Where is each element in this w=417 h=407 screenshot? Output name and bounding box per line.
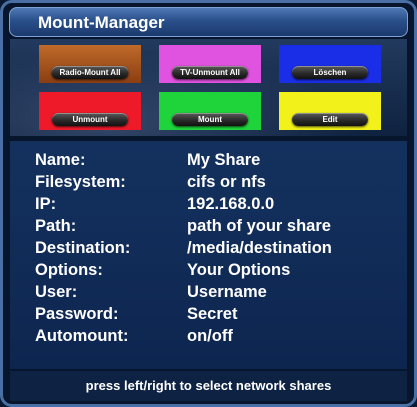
detail-value: Secret: [187, 305, 238, 323]
mount-manager-window: Mount-Manager Radio-Mount All TV-Unmount…: [0, 0, 417, 407]
detail-value: cifs or nfs: [187, 173, 266, 191]
tv-unmount-all-button[interactable]: TV-Unmount All: [159, 45, 261, 83]
detail-label: Name:: [35, 151, 86, 169]
detail-label: Automount:: [35, 327, 129, 345]
detail-label: Filesystem:: [35, 173, 126, 191]
detail-value: My Share: [187, 151, 261, 169]
unmount-button[interactable]: Unmount: [39, 92, 141, 130]
detail-label: IP:: [35, 195, 57, 213]
detail-label: Password:: [35, 305, 119, 323]
tv-unmount-all-label: TV-Unmount All: [172, 66, 248, 79]
delete-button[interactable]: Löschen: [279, 45, 381, 83]
window-title: Mount-Manager: [38, 13, 165, 32]
mount-button[interactable]: Mount: [159, 92, 261, 130]
share-details-panel: Name: My Share Filesystem: cifs or nfs I…: [10, 141, 407, 369]
radio-mount-all-button[interactable]: Radio-Mount All: [39, 45, 141, 83]
detail-value: on/off: [187, 327, 233, 345]
detail-value: Your Options: [187, 261, 291, 279]
edit-label: Edit: [292, 113, 368, 126]
detail-value: Username: [187, 283, 267, 301]
title-bar: Mount-Manager: [9, 7, 408, 37]
footer-bar: press left/right to select network share…: [10, 371, 407, 401]
detail-label: User:: [35, 283, 78, 301]
unmount-label: Unmount: [52, 113, 128, 126]
edit-button[interactable]: Edit: [279, 92, 381, 130]
color-button-panel: Radio-Mount All TV-Unmount All Löschen U…: [10, 39, 407, 136]
detail-label: Path:: [35, 217, 77, 235]
radio-mount-all-label: Radio-Mount All: [51, 66, 129, 79]
detail-label: Destination:: [35, 239, 131, 257]
navigation-hint: press left/right to select network share…: [85, 378, 332, 393]
mount-label: Mount: [172, 113, 248, 126]
detail-value: /media/destination: [187, 239, 332, 257]
detail-value: 192.168.0.0: [187, 195, 275, 213]
delete-label: Löschen: [292, 66, 368, 79]
detail-value: path of your share: [187, 217, 331, 235]
detail-label: Options:: [35, 261, 103, 279]
